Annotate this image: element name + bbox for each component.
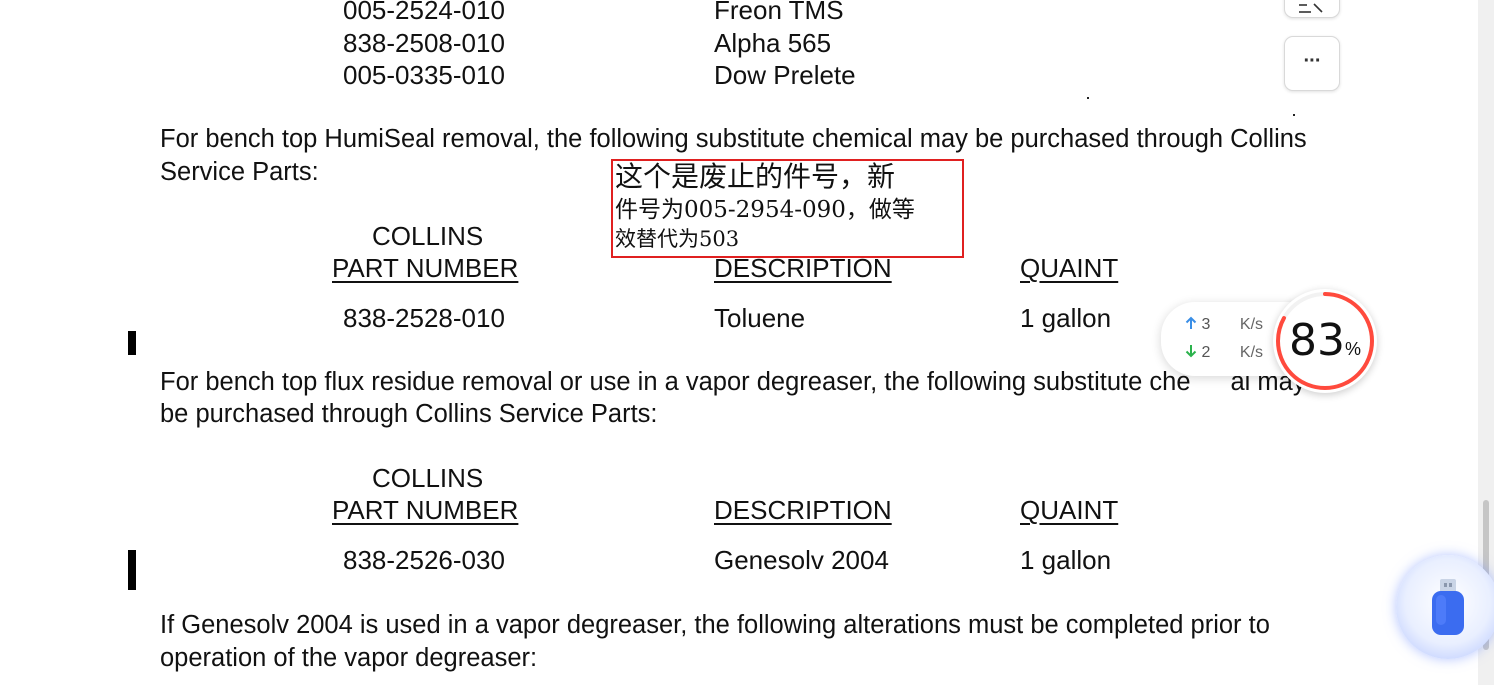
scan-speck bbox=[1293, 114, 1295, 116]
description-cell: Alpha 565 bbox=[714, 28, 832, 58]
gauge-readout: 83% bbox=[1273, 315, 1377, 366]
usage-gauge[interactable]: 83% bbox=[1273, 289, 1377, 393]
part-number-cell: 838-2526-030 bbox=[343, 545, 505, 575]
description-cell: Genesolv 2004 bbox=[714, 545, 889, 575]
gauge-unit: % bbox=[1344, 339, 1361, 359]
download-speed: 2 K/s bbox=[1185, 344, 1263, 362]
part-number-cell: 005-2524-010 bbox=[343, 0, 505, 25]
paragraph-text: Service Parts: bbox=[160, 158, 319, 186]
column-header: QUAINT bbox=[1020, 253, 1119, 283]
column-header: QUAINT bbox=[1020, 495, 1119, 525]
paragraph-text: If Genesolv 2004 is used in a vapor degr… bbox=[160, 611, 1270, 639]
usb-drive-icon bbox=[1428, 577, 1468, 644]
annotation-text: 件号为005-2954-090，做等 bbox=[615, 197, 915, 223]
column-header: COLLINS bbox=[372, 221, 484, 251]
paragraph-text: For bench top flux residue removal or us… bbox=[160, 368, 1306, 396]
arrow-up-icon bbox=[1185, 316, 1201, 333]
revision-change-bar bbox=[128, 550, 136, 590]
part-number-cell: 838-2508-010 bbox=[343, 28, 505, 58]
text-annotation-box[interactable]: 这个是废止的件号，新 件号为005-2954-090，做等 效替代为503 bbox=[611, 159, 964, 258]
description-cell: Freon TMS bbox=[714, 0, 844, 25]
edit-annotation-button[interactable] bbox=[1284, 0, 1340, 18]
column-header: PART NUMBER bbox=[332, 253, 519, 283]
part-number-cell: 838-2528-010 bbox=[343, 303, 505, 333]
more-icon: ··· bbox=[1303, 50, 1322, 72]
paragraph-text: be purchased through Collins Service Par… bbox=[160, 400, 658, 428]
revision-change-bar bbox=[128, 331, 136, 355]
column-header: DESCRIPTION bbox=[714, 495, 892, 525]
description-cell: Dow Prelete bbox=[714, 60, 856, 90]
usb-drive-widget[interactable] bbox=[1396, 555, 1494, 659]
paragraph-text: For bench top HumiSeal removal, the foll… bbox=[160, 125, 1307, 153]
column-header: PART NUMBER bbox=[332, 495, 519, 525]
arrow-down-icon bbox=[1185, 344, 1201, 361]
scan-speck bbox=[1087, 97, 1089, 99]
edit-icon bbox=[1297, 1, 1327, 19]
annotation-text: 效替代为503 bbox=[615, 227, 740, 251]
description-cell: Toluene bbox=[714, 303, 806, 333]
column-header: COLLINS bbox=[372, 463, 484, 493]
quantity-cell: 1 gallon bbox=[1020, 303, 1112, 333]
annotation-text: 这个是废止的件号，新 bbox=[615, 160, 896, 193]
part-number-cell: 005-0335-010 bbox=[343, 60, 505, 90]
paragraph-text: operation of the vapor degreaser: bbox=[160, 644, 538, 672]
quantity-cell: 1 gallon bbox=[1020, 545, 1112, 575]
gauge-value: 83 bbox=[1288, 315, 1345, 366]
more-options-button[interactable]: ··· bbox=[1284, 36, 1340, 91]
upload-speed: 3 K/s bbox=[1185, 316, 1263, 334]
